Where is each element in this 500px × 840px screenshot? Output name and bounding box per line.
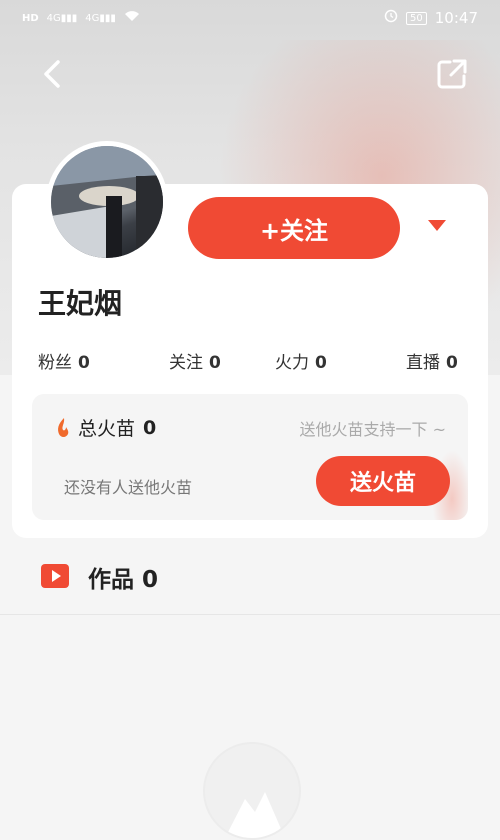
- wifi-icon: [124, 10, 140, 26]
- stat-label: 粉丝: [38, 353, 72, 373]
- alarm-icon: [384, 9, 398, 27]
- share-icon: [437, 59, 467, 89]
- share-button[interactable]: [434, 56, 470, 92]
- flame-icon: [58, 417, 69, 437]
- send-fire-button[interactable]: 送火苗: [316, 456, 450, 506]
- stat-value: 0: [78, 353, 90, 373]
- stat-label: 关注: [169, 353, 203, 373]
- stat-live[interactable]: 直播 0: [406, 348, 458, 373]
- works-label: 作品 0: [88, 560, 158, 594]
- avatar-image: [51, 146, 163, 258]
- stat-value: 0: [446, 353, 458, 373]
- signal-icon: 4G▮▮▮: [46, 12, 78, 24]
- back-button[interactable]: [34, 56, 70, 92]
- fire-total-value: 0: [143, 416, 157, 439]
- fire-hint: 送他火苗支持一下 ~: [299, 420, 447, 439]
- follow-button[interactable]: +关注: [188, 197, 400, 259]
- battery-icon: 50: [406, 11, 427, 25]
- works-title: 作品: [88, 567, 134, 593]
- stat-value: 0: [315, 353, 327, 373]
- hd-icon: HD: [22, 12, 39, 24]
- triangle-down-icon: [428, 220, 446, 231]
- stat-fans[interactable]: 粉丝 0: [38, 348, 90, 373]
- status-bar: HD 4G▮▮▮ 4G▮▮▮ 50 10:47: [0, 0, 500, 36]
- mountain-flame-icon: [225, 792, 285, 838]
- stat-value: 0: [209, 353, 221, 373]
- fire-total: 总火苗 0: [56, 414, 156, 441]
- status-right: 50 10:47: [384, 9, 478, 27]
- profile-name: 王妃烟: [38, 287, 123, 320]
- signal-icon: 4G▮▮▮: [85, 12, 116, 24]
- avatar[interactable]: [46, 141, 168, 263]
- fire-total-label: 总火苗: [78, 418, 136, 440]
- stats-row: 粉丝 0 关注 0 火力 0 直播 0: [38, 348, 464, 376]
- fire-empty-text: 还没有人送他火苗: [64, 478, 193, 497]
- fire-panel: 总火苗 0 送他火苗支持一下 ~ 还没有人送他火苗 送火苗: [32, 394, 468, 520]
- chevron-left-icon: [44, 60, 60, 88]
- more-dropdown-button[interactable]: [423, 212, 451, 240]
- empty-state-logo: [203, 742, 301, 840]
- works-count: 0: [142, 567, 159, 593]
- stat-label: 直播: [406, 353, 440, 373]
- works-tab[interactable]: 作品 0: [0, 540, 500, 615]
- status-time: 10:47: [434, 9, 478, 27]
- stat-following[interactable]: 关注 0: [169, 348, 221, 373]
- stat-label: 火力: [275, 353, 309, 373]
- stat-firepower[interactable]: 火力 0: [275, 348, 327, 373]
- status-left: HD 4G▮▮▮ 4G▮▮▮: [22, 10, 140, 26]
- video-play-icon: [41, 564, 69, 588]
